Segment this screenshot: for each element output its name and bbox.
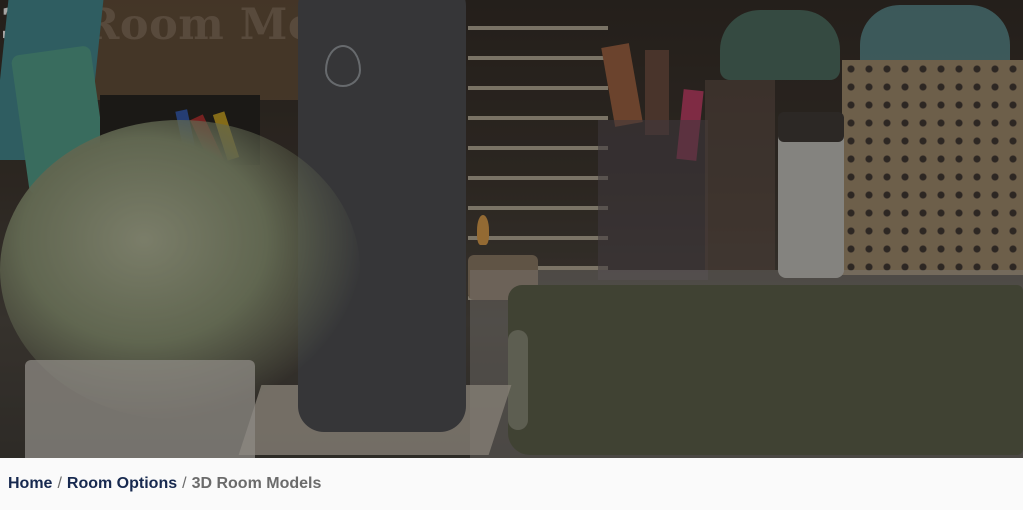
breadcrumb-separator: / xyxy=(57,475,62,492)
hero-banner: 3D Room Models xyxy=(0,0,1023,458)
breadcrumb-separator: / xyxy=(182,475,187,492)
breadcrumb: Home / Room Options / 3D Room Models xyxy=(0,458,1023,510)
hero-overlay xyxy=(0,0,1023,458)
breadcrumb-current: 3D Room Models xyxy=(191,475,322,492)
breadcrumb-home-link[interactable]: Home xyxy=(8,475,52,493)
breadcrumb-room-options-link[interactable]: Room Options xyxy=(67,475,177,493)
